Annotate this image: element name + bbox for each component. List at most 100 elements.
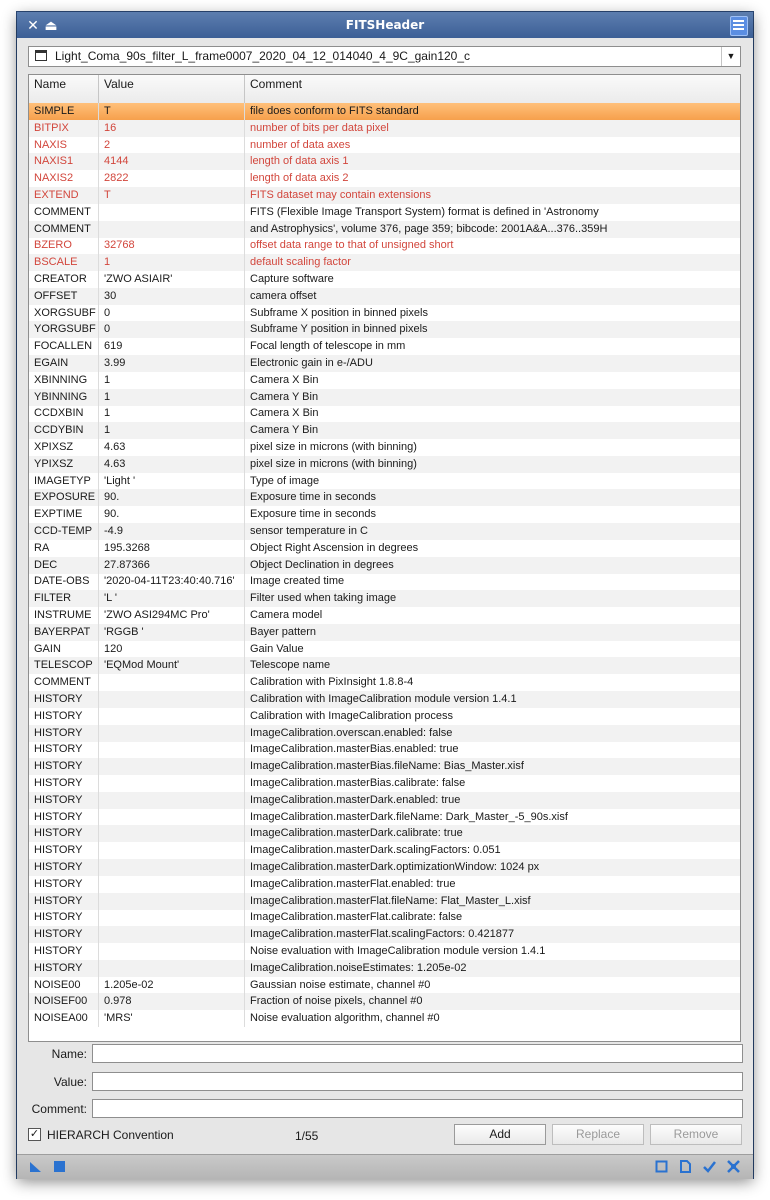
table-row[interactable]: BSCALE 1 default scaling factor <box>29 254 740 272</box>
table-row[interactable]: HISTORY ImageCalibration.masterFlat.fileN… <box>29 892 740 910</box>
table-row[interactable]: CCDXBIN 1 Camera X Bin <box>29 405 740 423</box>
table-row[interactable]: NOISEA00 'MRS' Noise evaluation algorithm,… <box>29 1010 740 1028</box>
column-header-name[interactable]: Name <box>29 75 99 103</box>
table-row[interactable]: IMAGETYP 'Light ' Type of image <box>29 472 740 490</box>
table-row[interactable]: CCDYBIN 1 Camera Y Bin <box>29 422 740 440</box>
cell-value <box>99 926 245 944</box>
table-row[interactable]: NOISE00 1.205e-02 Gaussian noise estimate,… <box>29 976 740 994</box>
comment-field[interactable] <box>92 1099 743 1118</box>
table-row[interactable]: DEC 27.87366 Object Declination in degrees <box>29 556 740 574</box>
table-row[interactable]: HISTORY Calibration with ImageCalibration… <box>29 691 740 708</box>
value-field[interactable] <box>92 1072 743 1091</box>
cell-comment: Exposure time in seconds <box>250 508 376 521</box>
table-row[interactable]: COMMENT Calibration with PixInsight 1.8.8… <box>29 674 740 692</box>
table-row[interactable]: NOISEF00 0.978 Fraction of noise pixels, c… <box>29 993 740 1011</box>
cell-value <box>99 691 245 708</box>
cell-value: 1 <box>99 405 245 423</box>
preferences-icon[interactable] <box>655 1160 668 1173</box>
table-row[interactable]: HISTORY ImageCalibration.masterDark.calib… <box>29 825 740 843</box>
cell-comment: length of data axis 1 <box>250 155 349 168</box>
table-row[interactable]: HISTORY ImageCalibration.masterDark.scali… <box>29 842 740 860</box>
new-instance-icon[interactable] <box>29 1160 42 1173</box>
hierarch-checkbox[interactable]: ✓ <box>28 1128 41 1141</box>
cell-comment: number of data axes <box>250 138 351 151</box>
chevron-down-icon[interactable]: ▼ <box>721 47 740 66</box>
table-row[interactable]: INSTRUME 'ZWO ASI294MC Pro' Camera model <box>29 607 740 624</box>
cell-value <box>99 707 245 725</box>
table-row[interactable]: HISTORY ImageCalibration.noiseEstimates: … <box>29 959 740 977</box>
table-row[interactable]: TELESCOP 'EQMod Mount' Telescope name <box>29 657 740 675</box>
image-selector[interactable]: Light_Coma_90s_filter_L_frame0007_2020_0… <box>28 46 741 67</box>
cell-name: EXPTIME <box>29 506 99 524</box>
table-row[interactable]: YORGSUBF 0 Subframe Y position in binned p… <box>29 321 740 339</box>
table-row[interactable]: OFFSET 30 camera offset <box>29 287 740 305</box>
title-bar[interactable]: ✕ ⏏ FITSHeader <box>17 12 753 38</box>
column-header-comment[interactable]: Comment <box>245 75 740 103</box>
table-row[interactable]: GAIN 120 Gain Value <box>29 640 740 658</box>
table-row[interactable]: FILTER 'L ' Filter used when taking image <box>29 590 740 608</box>
cell-comment: ImageCalibration.masterDark.enabled: tru… <box>250 793 461 806</box>
table-row[interactable]: HISTORY ImageCalibration.masterDark.enabl… <box>29 791 740 809</box>
table-row[interactable]: RA 195.3268 Object Right Ascension in degr… <box>29 539 740 557</box>
column-header-value[interactable]: Value <box>99 75 245 103</box>
cell-name: HISTORY <box>29 875 99 893</box>
table-row[interactable]: HISTORY ImageCalibration.masterFlat.scali… <box>29 926 740 944</box>
documentation-icon[interactable] <box>679 1160 692 1173</box>
table-row[interactable]: HISTORY ImageCalibration.overscan.enabled… <box>29 724 740 742</box>
table-row[interactable]: HISTORY ImageCalibration.masterBias.enabl… <box>29 741 740 759</box>
apply-global-icon[interactable] <box>53 1160 66 1173</box>
cell-value: 'ZWO ASIAIR' <box>99 271 245 288</box>
table-row[interactable]: HISTORY ImageCalibration.masterFlat.enabl… <box>29 875 740 893</box>
table-row[interactable]: BITPIX 16 number of bits per data pixel <box>29 119 740 137</box>
cell-value: 1.205e-02 <box>99 976 245 994</box>
table-row[interactable]: SIMPLE Tfile does conform to FITS standar… <box>29 103 740 120</box>
table-row[interactable]: HISTORY ImageCalibration.masterDark.fileN… <box>29 808 740 826</box>
cell-comment: Noise evaluation with ImageCalibration m… <box>250 945 546 957</box>
table-row[interactable]: CREATOR 'ZWO ASIAIR' Capture software <box>29 271 740 288</box>
table-row[interactable]: YBINNING 1 Camera Y Bin <box>29 388 740 406</box>
table-row[interactable]: FOCALLEN 619 Focal length of telescope in … <box>29 338 740 356</box>
table-row[interactable]: EXTEND T FITS dataset may contain extensio… <box>29 187 740 204</box>
add-button[interactable]: Add <box>454 1124 546 1145</box>
cell-name: GAIN <box>29 640 99 658</box>
table-row[interactable]: YPIXSZ 4.63 pixel size in microns (with bi… <box>29 455 740 473</box>
keywords-table[interactable]: Name Value Comment SIMPLE Tfile does conf… <box>28 74 741 1042</box>
table-row[interactable]: EXPTIME 90. Exposure time in seconds <box>29 506 740 524</box>
table-row[interactable]: XPIXSZ 4.63 pixel size in microns (with bi… <box>29 439 740 456</box>
table-row[interactable]: NAXIS 2 number of data axes <box>29 136 740 154</box>
table-row[interactable]: HISTORY Calibration with ImageCalibration… <box>29 707 740 725</box>
cell-comment: Gaussian noise estimate, channel #0 <box>250 978 431 991</box>
table-row[interactable]: CCD-TEMP -4.9 sensor temperature in C <box>29 523 740 540</box>
cell-comment: FITS dataset may contain extensions <box>250 189 431 201</box>
table-row[interactable]: HISTORY ImageCalibration.masterFlat.calib… <box>29 909 740 927</box>
cell-comment: ImageCalibration.masterBias.fileName: Bi… <box>250 760 524 773</box>
table-row[interactable]: XORGSUBF 0 Subframe X position in binned p… <box>29 304 740 322</box>
cell-value: T <box>99 187 245 204</box>
cell-value: 27.87366 <box>99 556 245 574</box>
table-row[interactable]: COMMENT and Astrophysics', volume 376, pa… <box>29 220 740 238</box>
table-row[interactable]: HISTORY ImageCalibration.masterDark.optim… <box>29 859 740 876</box>
table-row[interactable]: NAXIS2 2822 length of data axis 2 <box>29 170 740 188</box>
replace-button[interactable]: Replace <box>552 1124 644 1145</box>
apply-icon[interactable] <box>703 1160 716 1173</box>
name-field[interactable] <box>92 1044 743 1063</box>
cell-comment: Camera Y Bin <box>250 390 319 403</box>
table-row[interactable]: HISTORY Noise evaluation with ImageCalibr… <box>29 943 740 960</box>
table-row[interactable]: EGAIN 3.99 Electronic gain in e-/ADU <box>29 355 740 372</box>
table-row[interactable]: HISTORY ImageCalibration.masterBias.fileN… <box>29 758 740 776</box>
cell-name: YPIXSZ <box>29 455 99 473</box>
table-row[interactable]: COMMENT FITS (Flexible Image Transport Sy… <box>29 203 740 221</box>
table-row[interactable]: HISTORY ImageCalibration.masterBias.calib… <box>29 775 740 792</box>
table-row[interactable]: XBINNING 1 Camera X Bin <box>29 371 740 389</box>
table-row[interactable]: EXPOSURE 90. Exposure time in seconds <box>29 489 740 507</box>
remove-button[interactable]: Remove <box>650 1124 742 1145</box>
table-row[interactable]: NAXIS1 4144 length of data axis 1 <box>29 153 740 171</box>
reset-icon[interactable] <box>727 1160 740 1173</box>
table-row[interactable]: BAYERPAT 'RGGB ' Bayer pattern <box>29 623 740 641</box>
menu-icon[interactable] <box>730 16 748 36</box>
cell-value <box>99 892 245 910</box>
cell-value <box>99 758 245 776</box>
table-row[interactable]: DATE-OBS '2020-04-11T23:40:40.716' Image c… <box>29 573 740 591</box>
table-row[interactable]: BZERO 32768 offset data range to that of u… <box>29 237 740 255</box>
cell-name: BSCALE <box>29 254 99 272</box>
